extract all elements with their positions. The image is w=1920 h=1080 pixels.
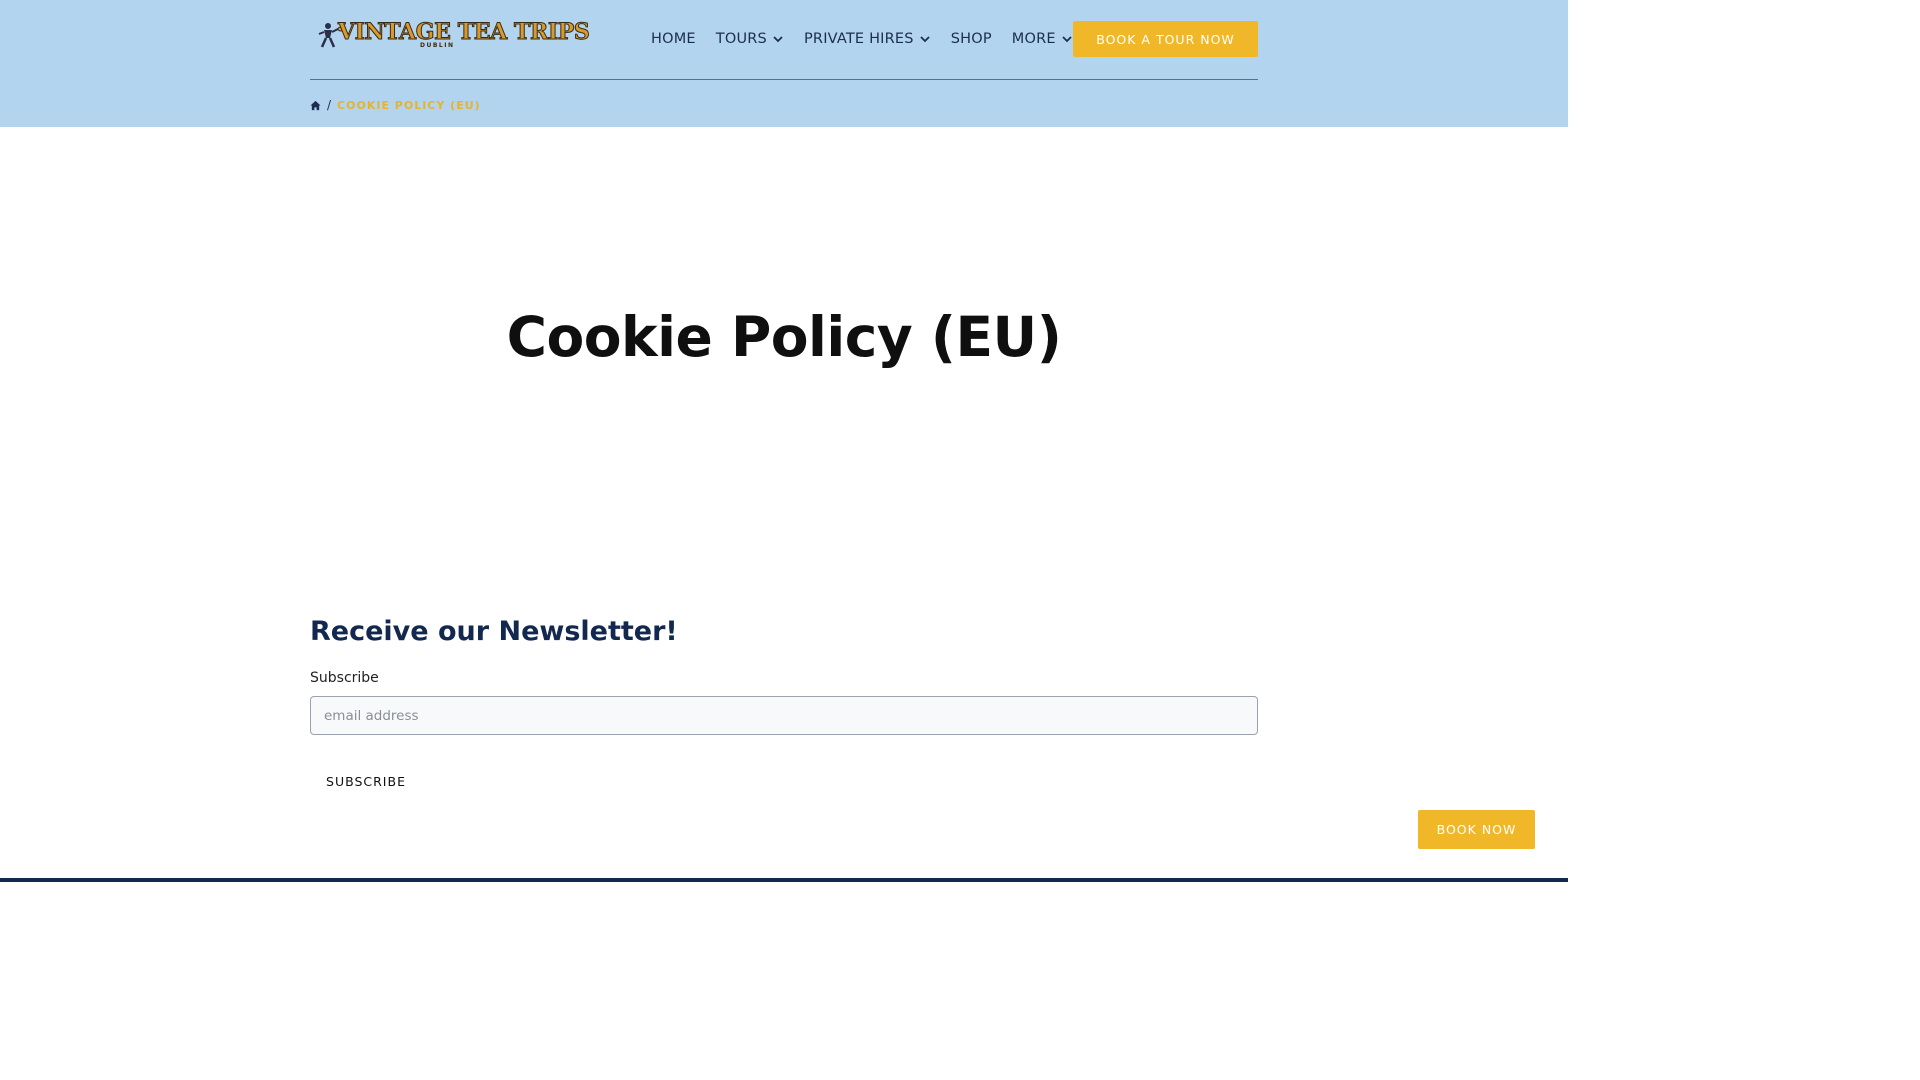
- nav-item-label: SHOP: [950, 31, 992, 47]
- breadcrumb: / COOKIE POLICY (EU): [310, 97, 481, 113]
- book-now-button[interactable]: BOOK NOW: [1418, 810, 1535, 849]
- subscribe-label: Subscribe: [310, 670, 379, 686]
- chevron-down-icon: [1062, 36, 1072, 43]
- newsletter-title: Receive our Newsletter!: [310, 616, 678, 647]
- home-icon[interactable]: [310, 100, 321, 111]
- logo-subtext: DUBLIN: [420, 42, 455, 49]
- main-nav: HOME TOURS PRIVATE HIRES SHOP MORE: [651, 28, 1093, 50]
- chevron-down-icon: [920, 36, 930, 43]
- header-divider: [310, 79, 1258, 80]
- breadcrumb-separator: /: [327, 98, 332, 112]
- nav-item-label: HOME: [651, 31, 696, 47]
- chevron-down-icon: [773, 36, 783, 43]
- page-title: Cookie Policy (EU): [506, 305, 1062, 369]
- header-inner: VINTAGE TEA TRIPS DUBLIN HOME TOURS PRIV…: [310, 0, 1258, 127]
- book-tour-button[interactable]: BOOK A TOUR NOW: [1073, 21, 1258, 57]
- nav-item-more[interactable]: MORE: [1012, 31, 1073, 47]
- nav-item-label: TOURS: [715, 31, 767, 47]
- logo-text: VINTAGE TEA TRIPS: [337, 19, 590, 46]
- nav-item-label: PRIVATE HIRES: [803, 31, 914, 47]
- nav-item-tours[interactable]: TOURS: [716, 31, 784, 47]
- subscribe-button[interactable]: SUBSCRIBE: [310, 766, 422, 796]
- nav-item-label: MORE: [1011, 31, 1056, 47]
- email-field[interactable]: [310, 696, 1258, 735]
- footer-strip: [0, 878, 1568, 882]
- nav-item-shop[interactable]: SHOP: [951, 31, 992, 47]
- nav-item-home[interactable]: HOME: [651, 31, 696, 47]
- nav-item-private-hires[interactable]: PRIVATE HIRES: [804, 31, 931, 47]
- site-header: VINTAGE TEA TRIPS DUBLIN HOME TOURS PRIV…: [0, 0, 1568, 127]
- site-logo[interactable]: VINTAGE TEA TRIPS DUBLIN: [316, 18, 590, 54]
- breadcrumb-current: COOKIE POLICY (EU): [337, 98, 481, 112]
